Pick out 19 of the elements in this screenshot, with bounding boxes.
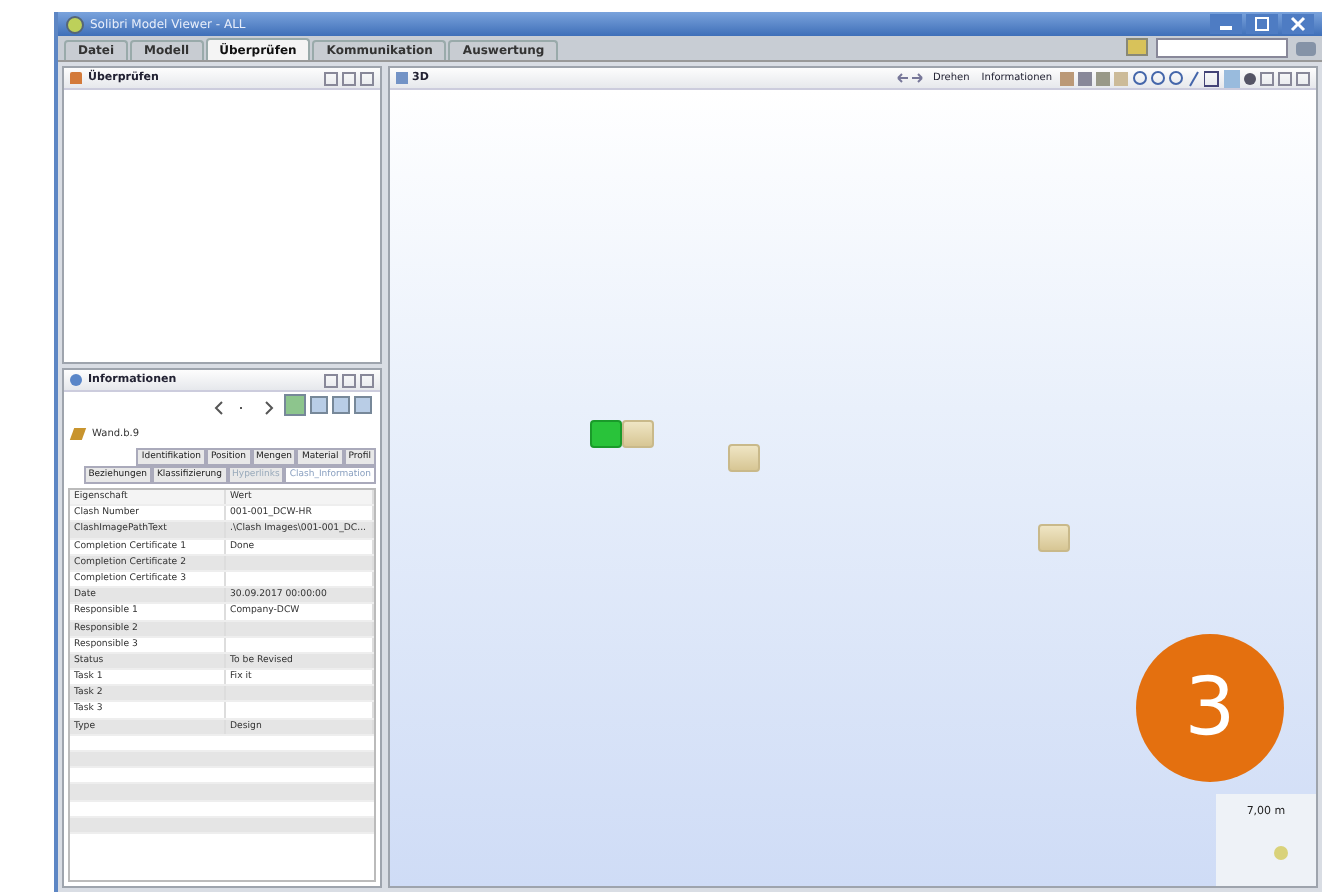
cube-icon	[396, 72, 408, 84]
maximize-button[interactable]	[1246, 14, 1278, 34]
panel-controls-icon[interactable]	[324, 71, 374, 85]
close-button[interactable]	[1282, 14, 1314, 34]
toolbar-icon[interactable]	[1204, 69, 1256, 87]
house-icon	[70, 72, 82, 84]
minimize-button[interactable]	[1210, 14, 1242, 34]
panel-controls-icon[interactable]	[324, 373, 374, 387]
3d-object[interactable]	[589, 420, 622, 449]
undo-redo-icon[interactable]	[893, 70, 925, 86]
folder-icon[interactable]	[1126, 38, 1148, 56]
3d-object[interactable]	[621, 420, 654, 449]
3d-object[interactable]	[727, 444, 760, 473]
step-badge: 3	[1136, 634, 1284, 782]
search-field[interactable]	[1156, 38, 1288, 58]
app-icon	[66, 15, 84, 33]
wall-icon	[69, 427, 87, 439]
info-icon	[70, 374, 82, 386]
zoom-icon[interactable]	[1132, 69, 1200, 87]
